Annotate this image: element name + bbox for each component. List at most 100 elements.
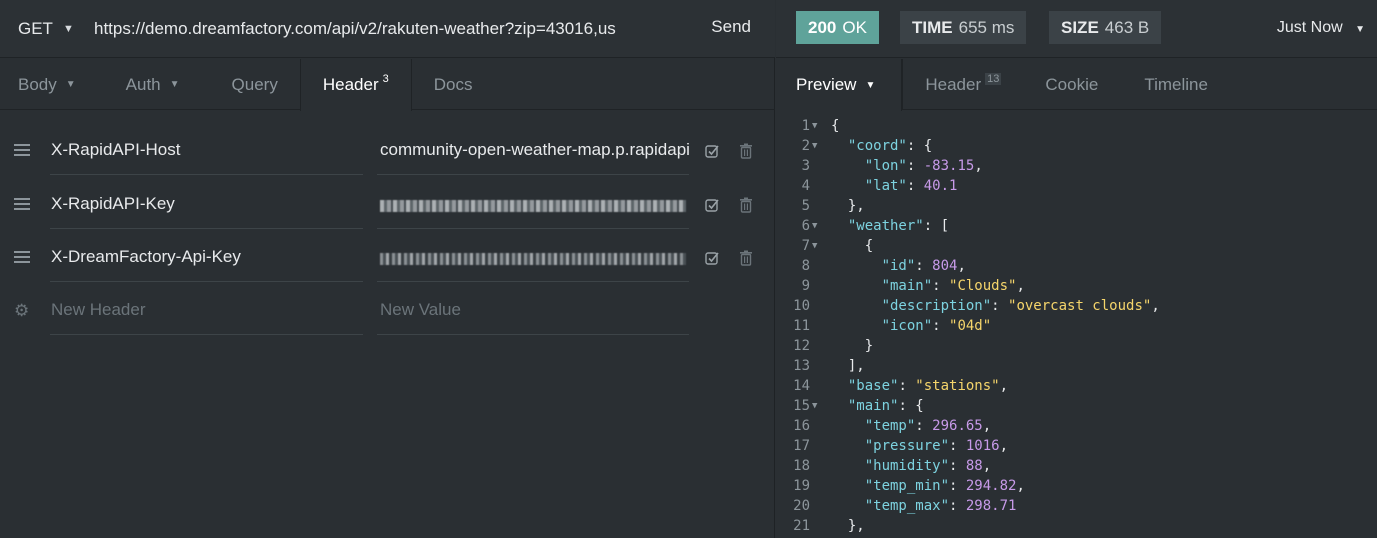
header-name-input[interactable]: X-RapidAPI-Key [50,181,363,229]
checkbox-checked-icon[interactable] [705,251,719,265]
code-text: "lon": -83.15, [864,158,983,174]
status-text: OK [842,17,867,37]
code-line: 6 ▼ "weather": [ [776,216,1377,236]
code-line: 9 "main": "Clouds", [776,276,1377,296]
line-number: 6 [801,218,810,234]
code-text: "temp_min": 294.82, [864,478,1025,494]
code-line: 14 "base": "stations", [776,376,1377,396]
tab-label: Query [231,74,278,94]
size-label: SIZE [1061,17,1099,37]
trash-icon[interactable] [739,143,753,159]
header-value-input[interactable]: community-open-weather-map.p.rapidapi.co… [377,127,689,175]
new-header-name-input[interactable]: New Header [50,287,363,335]
tab-preview[interactable]: Preview ▼ [776,59,903,111]
code-line: 3 "lon": -83.15, [776,156,1377,176]
tab-query[interactable]: Query [212,59,300,110]
tab-timeline[interactable]: Timeline [1120,59,1208,110]
new-header-row: ⚙ New Header New Value [0,287,775,340]
drag-handle-icon[interactable] [14,144,30,158]
redacted-value [380,200,686,212]
code-text: "main": "Clouds", [881,278,1025,294]
request-tabs: Body ▼ Auth ▼ Query Header 3 Docs [0,59,775,111]
fold-toggle-icon[interactable]: ▼ [812,396,817,416]
line-number: 7 [801,238,810,254]
tab-cookie[interactable]: Cookie [1023,59,1120,110]
fold-toggle-icon[interactable]: ▼ [812,116,817,136]
drag-handle-icon[interactable] [14,198,30,212]
code-line: 13 ], [776,356,1377,376]
request-pane: GET ▼ https://demo.dreamfactory.com/api/… [0,0,775,538]
code-line: 15 ▼ "main": { [776,396,1377,416]
time-label: TIME [912,17,953,37]
header-name-input[interactable]: X-RapidAPI-Host [50,127,363,175]
header-row: X-RapidAPI-Host community-open-weather-m… [0,127,775,180]
caret-down-icon: ▼ [65,79,76,90]
gear-icon[interactable]: ⚙ [14,301,29,321]
code-line: 11 "icon": "04d" [776,316,1377,336]
header-value-input[interactable] [377,181,689,229]
tab-count-badge: 13 [985,72,1002,85]
tab-response-header[interactable]: Header 13 [902,59,1023,110]
checkbox-checked-icon[interactable] [705,198,719,212]
trash-icon[interactable] [739,250,753,266]
line-number: 9 [801,278,810,294]
code-line: 10 "description": "overcast clouds", [776,296,1377,316]
code-text: "humidity": 88, [864,458,992,474]
line-number: 5 [801,198,810,214]
response-body-viewer[interactable]: 1 ▼{2 ▼ "coord": {3 "lon": -83.15, 4 "lat":… [776,116,1377,536]
tab-label: Auth [125,74,161,94]
code-line: 20 "temp_max": 298.71 [776,496,1377,516]
line-number: 17 [793,438,810,454]
code-line: 8 "id": 804, [776,256,1377,276]
line-number: 15 [793,398,810,414]
checkbox-checked-icon[interactable] [705,144,719,158]
code-line: 21 }, [776,516,1377,536]
tab-count-badge: 3 [382,73,389,85]
code-text: "temp_max": 298.71 [864,498,1017,514]
caret-down-icon: ▼ [1355,24,1365,35]
url-input[interactable]: https://demo.dreamfactory.com/api/v2/rak… [94,19,674,39]
fold-toggle-icon[interactable]: ▼ [812,236,817,256]
line-number: 14 [793,378,810,394]
tab-docs[interactable]: Docs [412,59,473,110]
code-line: 7 ▼ { [776,236,1377,256]
history-dropdown[interactable]: Just Now ▼ [1277,19,1365,37]
url-bar: GET ▼ https://demo.dreamfactory.com/api/… [0,0,775,58]
method-dropdown[interactable]: GET ▼ [0,19,94,39]
response-pane: 200 OK TIME 655 ms SIZE 463 B Just Now ▼… [776,0,1377,538]
code-text: ], [831,358,865,374]
code-text: "main": { [847,398,924,414]
code-line: 12 } [776,336,1377,356]
line-number: 3 [801,158,810,174]
send-button[interactable]: Send [711,17,751,37]
tab-body[interactable]: Body ▼ [0,59,106,110]
header-row: X-DreamFactory-Api-Key [0,234,775,287]
code-line: 17 "pressure": 1016, [776,436,1377,456]
fold-toggle-icon[interactable]: ▼ [812,216,817,236]
code-text: "weather": [ [847,218,950,234]
code-text: }, [831,198,865,214]
line-number: 8 [801,258,810,274]
status-badge: 200 OK [796,11,879,44]
tab-label: Body [18,74,57,94]
line-number: 4 [801,178,810,194]
new-header-value-input[interactable]: New Value [377,287,689,335]
code-text: { [831,238,874,254]
tab-header[interactable]: Header 3 [299,59,412,111]
code-text: "coord": { [847,138,933,154]
tab-auth[interactable]: Auth ▼ [106,59,212,110]
header-value-input[interactable] [377,234,689,282]
code-text: "lat": 40.1 [864,178,958,194]
line-number: 1 [801,118,810,134]
drag-handle-icon[interactable] [14,251,30,265]
code-line: 1 ▼ { [776,116,1377,136]
tab-label: Timeline [1144,74,1208,94]
fold-toggle-icon[interactable]: ▼ [812,136,817,156]
caret-down-icon: ▼ [169,79,180,90]
code-text: "pressure": 1016, [864,438,1009,454]
trash-icon[interactable] [739,197,753,213]
tab-label: Header [322,75,379,94]
code-text: "temp": 296.65, [864,418,992,434]
code-text: "icon": "04d" [881,318,992,334]
header-name-input[interactable]: X-DreamFactory-Api-Key [50,234,363,282]
